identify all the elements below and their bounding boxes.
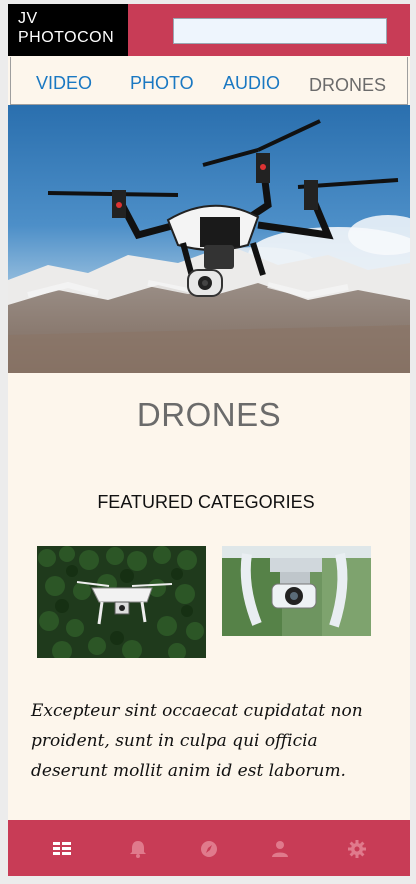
featured-drone-forest-image[interactable] (37, 546, 206, 658)
logo[interactable]: JV PHOTOCON (8, 4, 128, 56)
tab-photo[interactable]: PHOTO (130, 73, 194, 94)
logo-line-1: JV (18, 10, 38, 27)
list-icon[interactable] (51, 838, 73, 860)
app-frame: JV PHOTOCON VIDEO PHOTO AUDIO DRONES DRO… (8, 4, 410, 876)
tab-drones[interactable]: DRONES (309, 75, 386, 96)
bottom-navigation (8, 820, 410, 876)
gear-icon[interactable] (346, 838, 368, 860)
featured-categories-heading: FEATURED CATEGORIES (97, 492, 315, 512)
user-icon[interactable] (269, 838, 291, 860)
tab-audio[interactable]: AUDIO (223, 73, 280, 94)
logo-line-2: PHOTOCON (18, 29, 115, 46)
category-description: Excepteur sint occaecat cupidatat non pr… (31, 701, 363, 781)
category-tabs: VIDEO PHOTO AUDIO DRONES (10, 57, 408, 105)
search-input[interactable] (173, 18, 387, 44)
bell-icon[interactable] (127, 838, 149, 860)
featured-drone-camera-image[interactable] (222, 546, 371, 636)
hero-drone-image (8, 105, 410, 373)
page-title: DRONES (136, 396, 282, 433)
header-bar: JV PHOTOCON (8, 4, 410, 56)
tab-video[interactable]: VIDEO (36, 73, 92, 94)
compass-icon[interactable] (198, 838, 220, 860)
